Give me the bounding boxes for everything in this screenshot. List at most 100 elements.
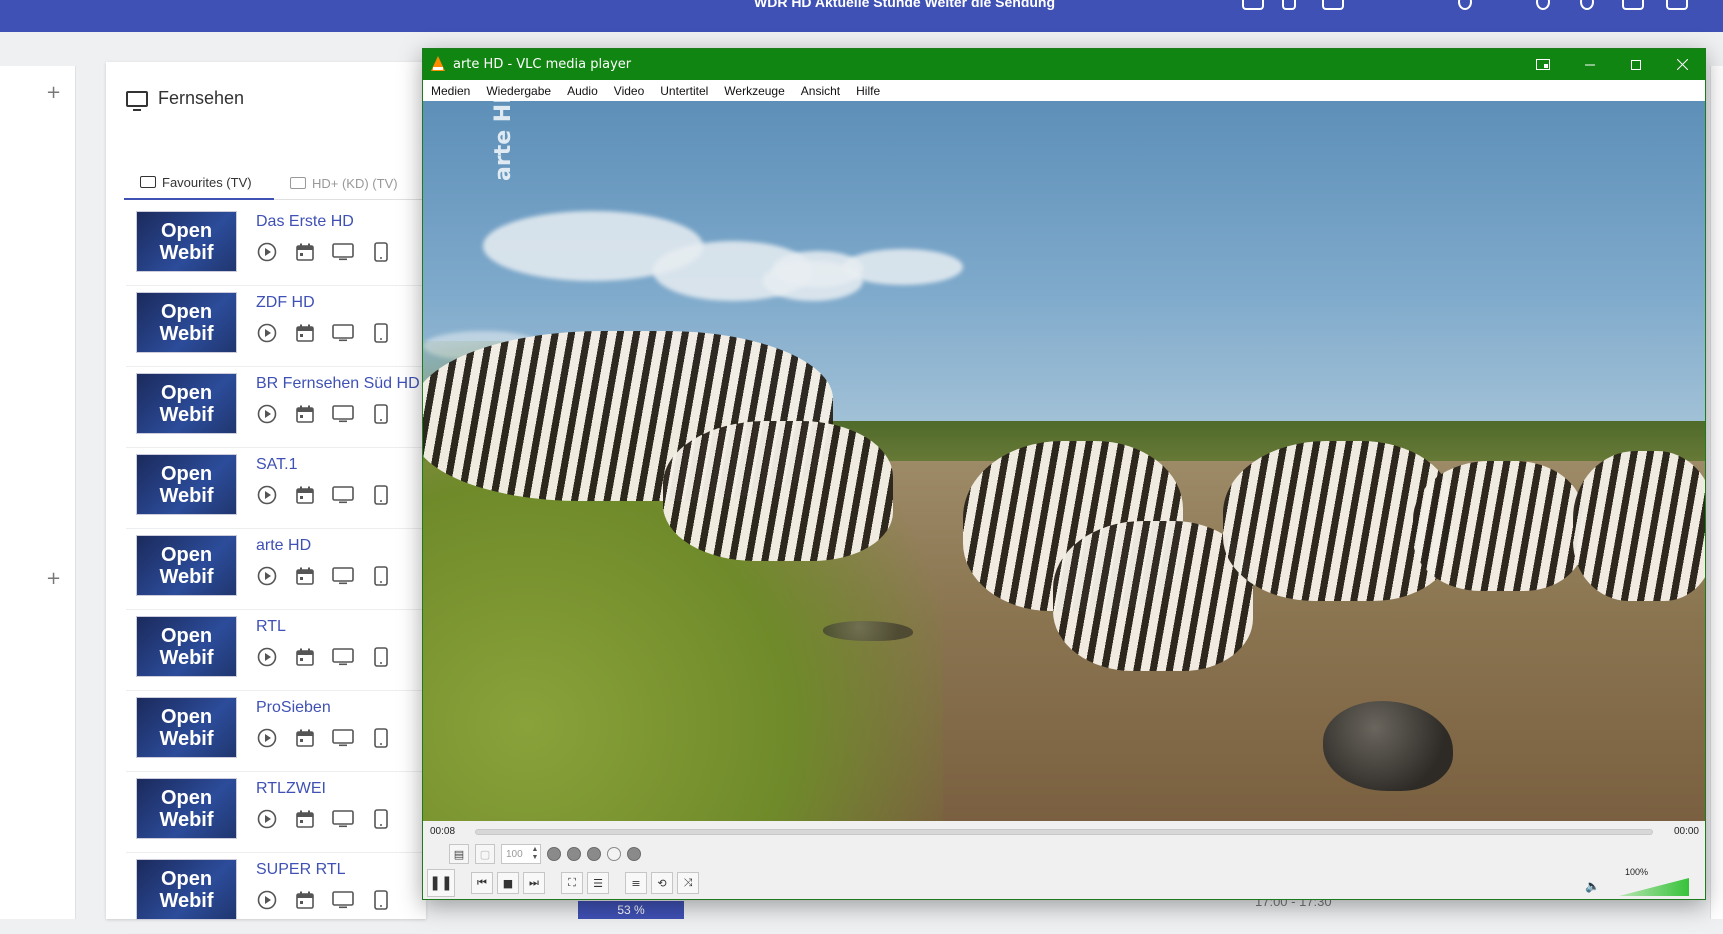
teletext-button[interactable] — [607, 847, 621, 861]
calendar-icon[interactable] — [294, 241, 316, 263]
mobile-icon[interactable] — [370, 727, 392, 749]
next-icon[interactable]: ⏭ — [523, 872, 545, 894]
channel-logo[interactable]: Open Webif — [136, 292, 237, 353]
channel-name[interactable]: arte HD — [256, 537, 311, 555]
frame-step-button[interactable] — [587, 847, 601, 861]
channel-logo[interactable]: Open Webif — [136, 535, 237, 596]
tv-icon[interactable] — [332, 241, 354, 263]
channel-name[interactable]: SUPER RTL — [256, 861, 346, 879]
mobile-icon[interactable] — [370, 241, 392, 263]
volume-control[interactable]: 🔈 100% — [1585, 867, 1691, 896]
seek-slider[interactable] — [475, 829, 1653, 835]
fullscreen-icon[interactable]: ⛶ — [561, 872, 583, 894]
tv-icon[interactable] — [332, 403, 354, 425]
calendar-icon[interactable] — [294, 889, 316, 911]
menu-medien[interactable]: Medien — [423, 84, 478, 98]
search-icon[interactable] — [1536, 0, 1550, 10]
record-button[interactable] — [547, 847, 561, 861]
channel-logo[interactable]: Open Webif — [136, 778, 237, 839]
playlist-icon[interactable]: ≡ — [625, 872, 647, 894]
tv-icon[interactable] — [332, 484, 354, 506]
menu-wiedergabe[interactable]: Wiedergabe — [478, 84, 559, 98]
channel-logo[interactable]: Open Webif — [136, 697, 237, 758]
channel-name[interactable]: BR Fernsehen Süd HD — [256, 375, 420, 393]
minimize-button[interactable] — [1567, 49, 1613, 80]
mobile-icon[interactable] — [370, 403, 392, 425]
message-icon[interactable] — [1666, 0, 1688, 10]
tv-icon[interactable] — [332, 727, 354, 749]
menu-werkzeuge[interactable]: Werkzeuge — [716, 84, 792, 98]
phone-icon[interactable] — [1282, 0, 1296, 10]
loop-ab-button[interactable] — [567, 847, 581, 861]
channel-logo[interactable]: Open Webif — [136, 211, 237, 272]
menu-video[interactable]: Video — [606, 84, 652, 98]
shuffle-icon[interactable]: ⤨ — [677, 872, 699, 894]
play-icon[interactable] — [256, 808, 278, 830]
tv-icon[interactable] — [332, 808, 354, 830]
stream-icon[interactable] — [1622, 0, 1644, 10]
calendar-icon[interactable] — [294, 727, 316, 749]
menu-ansicht[interactable]: Ansicht — [793, 84, 848, 98]
play-icon[interactable] — [256, 241, 278, 263]
calendar-icon[interactable] — [294, 403, 316, 425]
play-icon[interactable] — [256, 322, 278, 344]
menu-untertitel[interactable]: Untertitel — [652, 84, 716, 98]
channel-name[interactable]: RTL — [256, 618, 286, 636]
channel-logo[interactable]: Open Webif — [136, 859, 237, 920]
minimal-view-icon[interactable] — [1520, 49, 1566, 80]
menu-audio[interactable]: Audio — [559, 84, 606, 98]
maximize-button[interactable] — [1613, 49, 1659, 80]
record-view-icon[interactable]: ▤ — [449, 844, 469, 864]
add-icon[interactable]: + — [46, 570, 61, 588]
mobile-icon[interactable] — [370, 889, 392, 911]
pause-button[interactable]: ❚❚ — [427, 869, 455, 897]
calendar-icon[interactable] — [294, 484, 316, 506]
tab-hd-plus[interactable]: HD+ (KD) (TV) — [290, 166, 430, 200]
loop-icon[interactable]: ⟲ — [651, 872, 673, 894]
play-icon[interactable] — [256, 484, 278, 506]
channel-logo[interactable]: Open Webif — [136, 373, 237, 434]
play-icon[interactable] — [256, 727, 278, 749]
add-icon[interactable]: + — [46, 84, 61, 102]
tv-icon[interactable] — [332, 646, 354, 668]
tv-icon[interactable] — [332, 322, 354, 344]
vlc-titlebar[interactable]: arte HD - VLC media player — [423, 49, 1705, 80]
channel-name[interactable]: Das Erste HD — [256, 213, 354, 231]
mobile-icon[interactable] — [370, 808, 392, 830]
channel-name[interactable]: SAT.1 — [256, 456, 298, 474]
extended-settings-icon[interactable]: ☰ — [587, 872, 609, 894]
tv-icon[interactable] — [332, 565, 354, 587]
mobile-icon[interactable] — [370, 484, 392, 506]
menu-hilfe[interactable]: Hilfe — [848, 84, 888, 98]
close-button[interactable] — [1659, 49, 1705, 80]
play-icon[interactable] — [256, 565, 278, 587]
channel-name[interactable]: ZDF HD — [256, 294, 315, 312]
speed-spinbox[interactable]: 100 ▲ ▼ — [501, 844, 541, 864]
channel-name[interactable]: RTLZWEI — [256, 780, 326, 798]
mobile-icon[interactable] — [370, 646, 392, 668]
spin-arrows-icon[interactable]: ▲ ▼ — [530, 846, 540, 862]
tv-icon[interactable] — [1242, 0, 1264, 10]
channel-logo[interactable]: Open Webif — [136, 454, 237, 515]
calendar-icon[interactable] — [294, 646, 316, 668]
tv-icon[interactable] — [332, 889, 354, 911]
calendar-icon[interactable] — [294, 322, 316, 344]
teletext-transparency-button[interactable] — [627, 847, 641, 861]
stop-icon[interactable]: ■ — [497, 872, 519, 894]
video-area[interactable]: arte HD — [423, 101, 1705, 821]
play-icon[interactable] — [256, 889, 278, 911]
volume-slider[interactable] — [1619, 878, 1689, 896]
calendar-icon[interactable] — [294, 565, 316, 587]
mobile-icon[interactable] — [370, 322, 392, 344]
power-icon[interactable] — [1458, 0, 1472, 10]
channel-name[interactable]: ProSieben — [256, 699, 331, 717]
volume-icon[interactable] — [1322, 0, 1344, 10]
play-icon[interactable] — [256, 646, 278, 668]
tab-favourites[interactable]: Favourites (TV) — [124, 166, 274, 200]
mobile-icon[interactable] — [370, 565, 392, 587]
calendar-icon[interactable] — [294, 808, 316, 830]
play-icon[interactable] — [256, 403, 278, 425]
previous-icon[interactable]: ⏮ — [471, 872, 493, 894]
speaker-icon[interactable]: 🔈 — [1585, 879, 1600, 893]
search-epg-icon[interactable] — [1580, 0, 1594, 10]
